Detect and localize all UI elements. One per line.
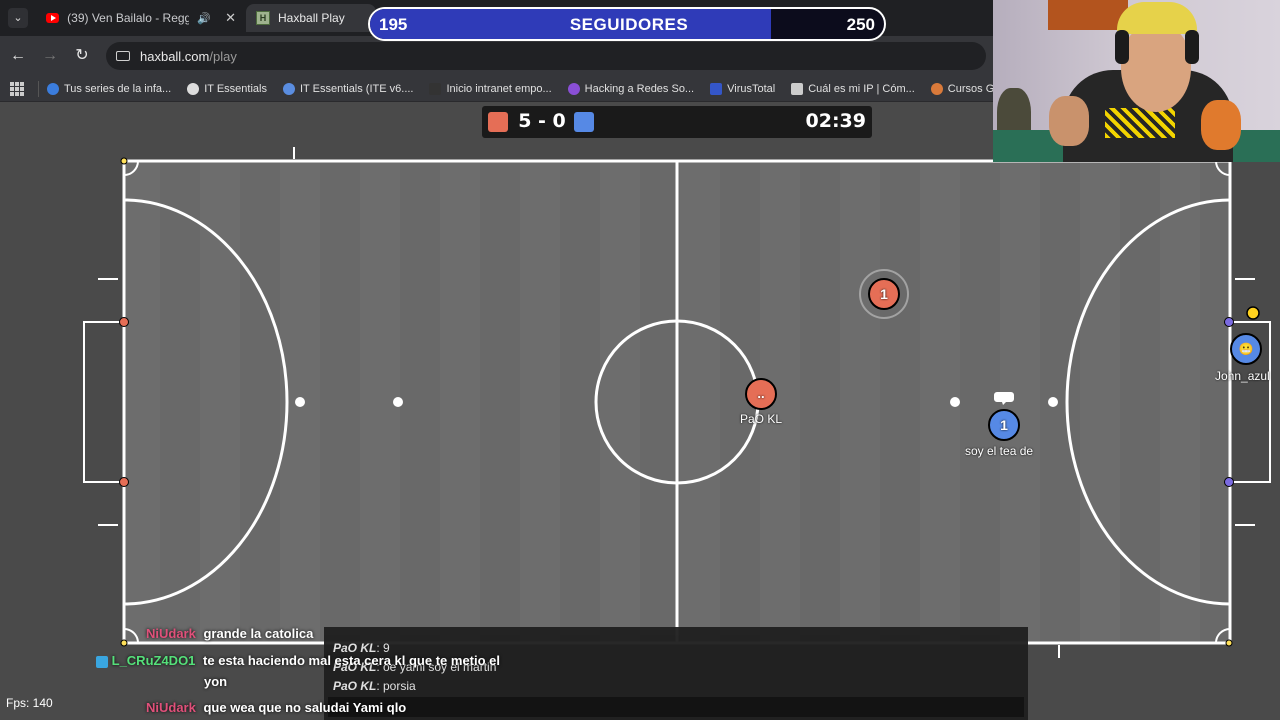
follower-goal-bar: 195 SEGUIDORES 250: [368, 7, 886, 41]
game-chat-line: PaO KL: porsia: [333, 679, 416, 693]
player-avatar-text: ..: [757, 386, 765, 401]
stream-chat-line: L_CRuZ4DO1 te esta haciendo mal esta cer…: [96, 653, 500, 668]
blue-goal-post: [1224, 317, 1234, 327]
corner-post: [120, 157, 128, 165]
game-chat-panel: PaO KL: 9 PaO KL: oe yami soy el martin …: [324, 627, 1028, 720]
webcam-overlay: [993, 0, 1280, 162]
stream-chat-user: L_CRuZ4DO1: [111, 653, 196, 668]
left-goal: [83, 321, 124, 483]
match-timer: 02:39: [805, 110, 866, 132]
score-text: 5 - 0: [518, 110, 566, 132]
red-goal-post: [119, 317, 129, 327]
red-team-badge: [488, 112, 508, 132]
corner-post: [120, 639, 128, 647]
game-chat-user: PaO KL: [333, 679, 377, 693]
stream-chat-line-continued: yon: [204, 674, 228, 689]
stream-chat-user: NiUdark: [146, 626, 196, 641]
player-name-label: John_azul: [1215, 369, 1270, 383]
stream-chat-message: que wea que no saludai Yami qlo: [203, 700, 407, 715]
player-emoji-icon: 😬: [1239, 342, 1254, 356]
corner-post: [1225, 639, 1233, 647]
game-chat-input[interactable]: [328, 697, 1024, 717]
player-avatar-text: 1: [1000, 417, 1008, 433]
player-avatar-text: 1: [880, 286, 888, 302]
mod-badge-icon: [96, 655, 108, 668]
stream-chat-message: grande la catolica: [203, 626, 314, 641]
ball: [1246, 306, 1260, 320]
blue-goal-post: [1224, 477, 1234, 487]
stream-chat-line: NiUdark grande la catolica: [146, 626, 313, 641]
stream-chat-message: te esta haciendo mal esta cera kl que te…: [203, 653, 501, 668]
stream-chat-user: NiUdark: [146, 700, 196, 715]
penalty-spot: [950, 397, 960, 407]
penalty-spot: [295, 397, 305, 407]
stream-chat-line: NiUdark que wea que no saludai Yami qlo: [146, 700, 406, 715]
scoreboard: 5 - 0 02:39: [482, 106, 872, 138]
follower-target: 250: [846, 15, 875, 34]
player-name-label: soy el tea de: [965, 444, 1034, 458]
fps-counter: Fps: 140: [6, 696, 53, 710]
red-goal-post: [119, 477, 129, 487]
penalty-spot: [1048, 397, 1058, 407]
blue-team-badge: [574, 112, 594, 132]
game-chat-message: : porsia: [376, 679, 416, 693]
penalty-spot: [393, 397, 403, 407]
player-name-label: PaO KL: [739, 412, 783, 426]
follower-goal-label: SEGUIDORES: [569, 15, 689, 34]
